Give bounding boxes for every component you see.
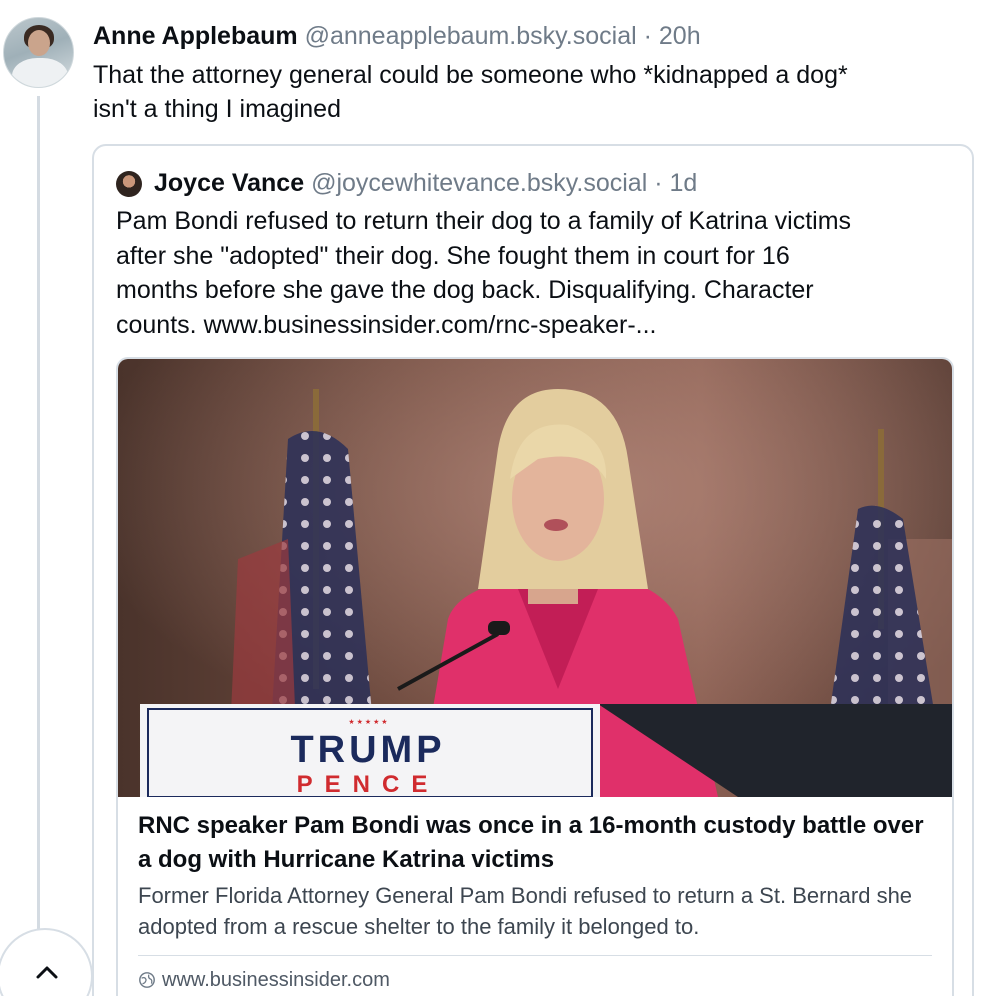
preview-title[interactable]: RNC speaker Pam Bondi was once in a 16-m…	[138, 809, 938, 877]
chevron-up-icon	[36, 966, 58, 979]
preview-image: ★ ★ ★ ★ ★ TRUMP PENCE	[118, 359, 952, 797]
quote-post[interactable]: Joyce Vance @joycewhitevance.bsky.social…	[92, 144, 974, 996]
scroll-to-top-button[interactable]	[0, 928, 93, 996]
quote-author-handle[interactable]: @joycewhitevance.bsky.social	[311, 169, 647, 197]
quote-author-avatar[interactable]	[116, 171, 142, 197]
quote-link[interactable]: www.businessinsider.com/rnc-speaker-...	[204, 311, 657, 339]
podium-line2: PENCE	[297, 771, 440, 797]
author-avatar[interactable]	[3, 17, 74, 88]
podium-stars: ★ ★ ★ ★ ★	[348, 718, 387, 726]
preview-domain[interactable]: www.businessinsider.com	[138, 967, 390, 993]
quote-time[interactable]: 1d	[669, 169, 697, 197]
quote-text: Pam Bondi refused to return their dog to…	[116, 204, 956, 342]
link-preview-card[interactable]: ★ ★ ★ ★ ★ TRUMP PENCE RNC speaker Pam Bo…	[116, 357, 954, 996]
separator: ·	[643, 22, 652, 50]
globe-icon	[139, 972, 155, 988]
divider	[138, 955, 932, 956]
thread-line	[37, 96, 40, 936]
post-text: That the attorney general could be someo…	[93, 61, 848, 123]
post-time[interactable]: 20h	[659, 22, 701, 50]
author-handle[interactable]: @anneapplebaum.bsky.social	[305, 22, 637, 50]
quote-header: Joyce Vance @joycewhitevance.bsky.social…	[154, 168, 697, 198]
author-name[interactable]: Anne Applebaum	[93, 22, 298, 50]
quote-author-name[interactable]: Joyce Vance	[154, 169, 304, 197]
preview-description: Former Florida Attorney General Pam Bond…	[138, 883, 913, 939]
podium-line1: TRUMP	[290, 729, 445, 771]
separator: ·	[654, 169, 663, 197]
preview-domain-text: www.businessinsider.com	[162, 969, 390, 991]
post-header: Anne Applebaum @anneapplebaum.bsky.socia…	[93, 21, 701, 51]
